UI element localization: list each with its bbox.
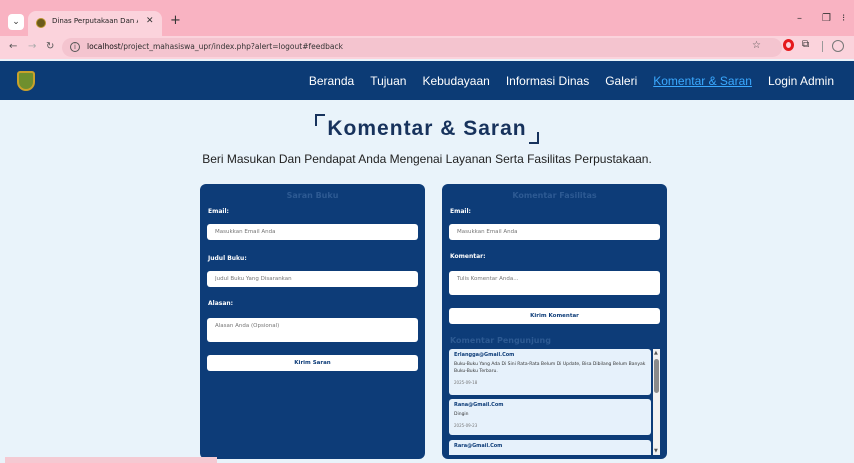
comment-date: 2025-09-18	[454, 380, 478, 385]
nav-link-galeri[interactable]: Galeri	[605, 74, 637, 88]
reload-icon[interactable]: ↻	[46, 41, 54, 52]
book-suggestion-card: Saran Buku Email: Judul Buku: Alasan: Ki…	[200, 184, 425, 459]
comments-scrollbar[interactable]: ▲ ▼	[653, 349, 660, 455]
browser-tab[interactable]: Dinas Perputakaan Dan Arsip K ✕	[28, 11, 162, 36]
comment-label: Komentar:	[450, 253, 486, 260]
url-host: localhost	[87, 42, 121, 51]
submit-suggestion-button[interactable]: Kirim Saran	[207, 355, 418, 371]
comment-item: Rara@Gmail.Com	[449, 440, 651, 455]
site-logo-icon[interactable]	[17, 71, 35, 91]
site-favicon-icon	[36, 18, 46, 28]
reason-label: Alasan:	[208, 300, 234, 307]
comment-email: Erlangga@Gmail.Com	[454, 352, 515, 358]
book-suggestion-title: Saran Buku	[286, 191, 339, 200]
comment-item: Rana@Gmail.Com Dingin 2025-09-23	[449, 399, 651, 435]
status-bar	[5, 457, 217, 463]
nav-link-tujuan[interactable]: Tujuan	[370, 74, 406, 88]
nav-link-komentar-saran[interactable]: Komentar & Saran	[653, 74, 752, 88]
forward-arrow-icon[interactable]: →	[28, 41, 36, 52]
address-bar[interactable]: i localhost/project_mahasiswa_upr/index.…	[62, 38, 782, 57]
book-title-input[interactable]	[207, 271, 418, 287]
comment-email: Rara@Gmail.Com	[454, 443, 503, 449]
nav-link-informasi-dinas[interactable]: Informasi Dinas	[506, 74, 589, 88]
nav-link-beranda[interactable]: Beranda	[309, 74, 354, 88]
email-label: Email:	[208, 208, 229, 215]
visitor-comments-title: Komentar Pengunjung	[450, 336, 551, 345]
facility-comment-card: Komentar Fasilitas Email: Komentar: Kiri…	[442, 184, 667, 459]
facility-comment-title: Komentar Fasilitas	[512, 191, 597, 200]
comment-email-label: Email:	[450, 208, 471, 215]
book-email-input[interactable]	[207, 224, 418, 240]
page-title: Komentar & Saran	[315, 114, 539, 144]
comment-email: Rana@Gmail.Com	[454, 402, 504, 408]
nav-link-kebudayaan[interactable]: Kebudayaan	[422, 74, 489, 88]
extensions-puzzle-icon[interactable]: ⧉	[802, 39, 809, 50]
page-subtitle: Beri Masukan Dan Pendapat Anda Mengenai …	[202, 152, 652, 166]
comment-text: Buku-Buku Yang Ada Di Sini Rata-Rata Bel…	[454, 362, 646, 374]
url-text: localhost/project_mahasiswa_upr/index.ph…	[87, 42, 343, 51]
visitor-comments-list[interactable]: Erlangga@Gmail.Com Buku-Buku Yang Ada Di…	[449, 349, 660, 455]
bracket-bottom-right	[528, 132, 539, 144]
site-info-icon[interactable]: i	[70, 42, 80, 52]
window-menu-button[interactable]: ⁝	[842, 13, 845, 24]
scroll-up-arrow-icon[interactable]: ▲	[654, 350, 658, 356]
book-title-label: Judul Buku:	[208, 255, 247, 262]
toolbar-divider	[822, 41, 823, 52]
profile-icon[interactable]	[832, 40, 844, 52]
back-arrow-icon[interactable]: ←	[9, 41, 17, 52]
comment-item: Erlangga@Gmail.Com Buku-Buku Yang Ada Di…	[449, 349, 651, 395]
nav-links: Beranda Tujuan Kebudayaan Informasi Dina…	[309, 61, 834, 100]
scroll-down-arrow-icon[interactable]: ▼	[654, 448, 658, 454]
scroll-thumb[interactable]	[654, 359, 659, 393]
nav-link-login-admin[interactable]: Login Admin	[768, 74, 834, 88]
comment-email-input[interactable]	[449, 224, 660, 240]
tab-title: Dinas Perputakaan Dan Arsip K	[52, 17, 138, 25]
bookmark-star-icon[interactable]: ☆	[752, 40, 761, 51]
window-maximize-button[interactable]: ❐	[822, 13, 831, 24]
opera-extension-icon[interactable]	[783, 39, 794, 51]
tab-list-chevron-icon[interactable]: ⌄	[8, 14, 24, 30]
page-title-text: Komentar & Saran	[327, 117, 527, 140]
bracket-top-left	[315, 114, 326, 126]
comment-date: 2025-09-23	[454, 423, 478, 428]
comment-text: Dingin	[454, 412, 469, 417]
window-minimize-button[interactable]: –	[797, 13, 802, 24]
new-tab-button[interactable]: +	[170, 13, 181, 28]
reason-textarea[interactable]	[207, 318, 418, 342]
comment-textarea[interactable]	[449, 271, 660, 295]
browser-toolbar: ← → ↻ i localhost/project_mahasiswa_upr/…	[0, 36, 854, 59]
url-path: /project_mahasiswa_upr/index.php?alert=l…	[120, 42, 343, 51]
browser-tab-bar: ⌄ Dinas Perputakaan Dan Arsip K ✕ + – ❐ …	[0, 0, 854, 36]
submit-comment-button[interactable]: Kirim Komentar	[449, 308, 660, 324]
title-wrap: Komentar & Saran	[0, 114, 854, 144]
tab-close-icon[interactable]: ✕	[146, 16, 154, 26]
site-navbar: Beranda Tujuan Kebudayaan Informasi Dina…	[0, 61, 854, 100]
